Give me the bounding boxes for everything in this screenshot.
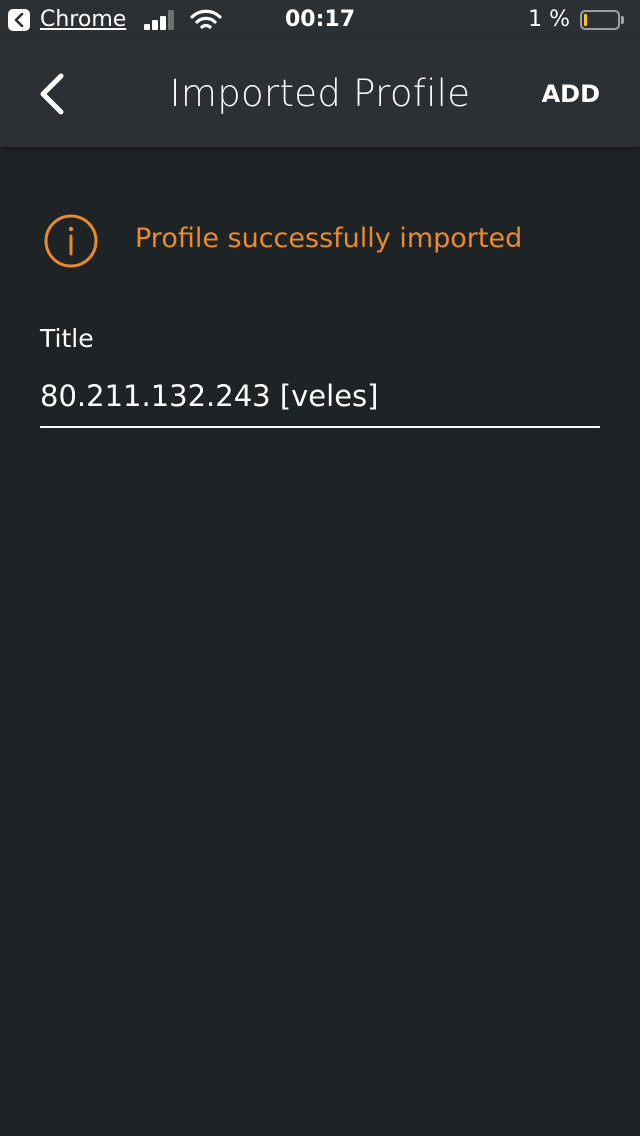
battery-percentage: 1 % <box>528 7 570 32</box>
title-field-label: Title <box>40 324 94 353</box>
status-bar: Chrome 00:17 1 % <box>0 0 640 40</box>
import-success-notice: Profile successfully imported <box>43 213 603 269</box>
add-button[interactable]: ADD <box>542 80 600 108</box>
nav-bar: Imported Profile ADD <box>0 40 640 147</box>
notice-text: Profile successfully imported <box>135 223 523 254</box>
info-icon <box>44 214 98 268</box>
battery-level-fill <box>584 14 587 26</box>
title-input[interactable] <box>40 366 600 428</box>
battery-icon <box>580 10 624 30</box>
